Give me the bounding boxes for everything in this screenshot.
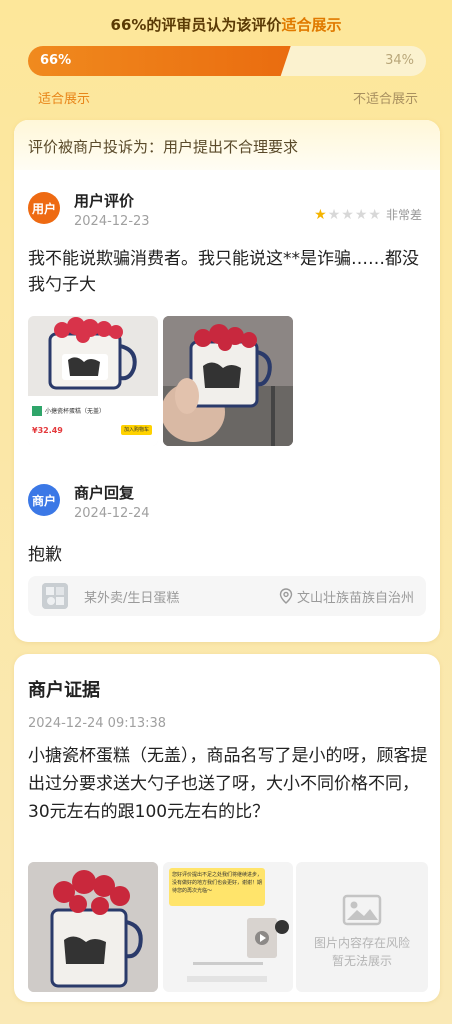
disagree-label: 不适合展示: [352, 92, 418, 107]
review-card: 评价被商户投诉为：用户提出不合理要求 用户 用户评价 2024-12-23 ★ …: [14, 120, 440, 642]
review-photo-1[interactable]: 小搪瓷杯蛋糕（无盖） ¥32.49 加入购物车: [28, 316, 158, 446]
risk-text: 图片内容存在风险 暂无法展示: [296, 934, 428, 970]
page: 66%的评审员认为该评价适合展示 66% 34% 适合展示 不适合展示 评价被商…: [0, 0, 452, 1024]
user-review-text: 我不能说欺骗消费者。我只能说这**是诈骗……都没我勺子大: [28, 249, 419, 295]
complaint-banner: 评价被商户投诉为：用户提出不合理要求: [14, 120, 440, 170]
evidence-text: 小搪瓷杯蛋糕（无盖），商品名写了是小的呀，顾客提出过分要求送大勺子也送了呀，大小…: [28, 746, 428, 822]
rating-text: 非常差: [385, 208, 422, 222]
merchant-reply-text: 抱歉: [28, 545, 62, 565]
star-icon: ★: [341, 206, 354, 223]
store-location: 文山壮族苗族自治州: [279, 587, 414, 606]
image-placeholder-icon: [342, 894, 382, 926]
vote-title-highlight: 适合展示: [281, 16, 342, 34]
evidence-timestamp: 2024-12-24 09:13:38: [28, 716, 167, 731]
chat-divider: [193, 962, 263, 965]
chat-avatar: [275, 920, 289, 934]
agree-label: 适合展示: [38, 92, 91, 107]
vote-title-prefix: 66%的评审员认为该评价: [110, 16, 282, 34]
merchant-avatar: 商户: [28, 484, 60, 516]
user-avatar: 用户: [28, 192, 60, 224]
store-name: 某外卖/生日蛋糕: [84, 590, 180, 606]
star-icon: ★: [354, 206, 368, 223]
chat-message-bubble: 您好评价提出不足之处我们将继续进步，没有做好的地方我们也会更好，谢谢！期待您的再…: [169, 868, 265, 906]
star-icon: ★: [314, 206, 327, 223]
review-photo-2[interactable]: [163, 316, 293, 446]
merchant-reply-date: 2024-12-24: [74, 506, 150, 521]
user-review-date: 2024-12-23: [74, 214, 150, 229]
star-icon: ★: [327, 206, 341, 223]
evidence-cup-image: [28, 862, 158, 992]
star-rating: ★ ★ ★ ★ ★ 非常差: [314, 206, 422, 223]
vote-progress-bar: 66% 34%: [28, 46, 426, 76]
store-info-bar[interactable]: 某外卖/生日蛋糕 文山壮族苗族自治州: [28, 576, 426, 616]
evidence-title: 商户证据: [28, 680, 100, 701]
location-pin-icon: [279, 588, 293, 604]
listing-price: ¥32.49: [32, 426, 63, 435]
store-thumbnail: [42, 583, 68, 609]
listing-add-button: 加入购物车: [120, 425, 152, 435]
risk-text-line-2: 暂无法展示: [331, 954, 392, 968]
merchant-evidence-card: 商户证据 2024-12-24 09:13:38 小搪瓷杯蛋糕（无盖），商品名写…: [14, 654, 440, 1002]
user-review-title: 用户评价: [74, 192, 135, 210]
chat-line: [187, 976, 267, 982]
agree-percent: 66%: [40, 53, 72, 68]
disagree-percent: 34%: [385, 53, 414, 68]
store-location-text: 文山壮族苗族自治州: [296, 590, 414, 606]
evidence-photo-1[interactable]: [28, 862, 158, 992]
merchant-reply-header: 商户 商户回复 2024-12-24: [28, 484, 150, 521]
cup-in-hand-image: [163, 316, 293, 446]
star-icon: ★: [368, 206, 381, 223]
listing-product-name: 小搪瓷杯蛋糕（无盖）: [45, 408, 106, 415]
vote-title: 66%的评审员认为该评价适合展示: [0, 14, 452, 35]
evidence-photo-3-blocked: 图片内容存在风险 暂无法展示: [296, 862, 428, 992]
evidence-photo-2[interactable]: 您好评价提出不足之处我们将继续进步，没有做好的地方我们也会更好，谢谢！期待您的再…: [163, 862, 293, 992]
merchant-reply-title: 商户回复: [74, 484, 135, 502]
chat-video-thumb: [247, 918, 277, 958]
risk-text-line-1: 图片内容存在风险: [313, 936, 410, 950]
user-review-header: 用户 用户评价 2024-12-23: [28, 192, 150, 229]
listing-card: 小搪瓷杯蛋糕（无盖） ¥32.49 加入购物车: [32, 402, 154, 442]
